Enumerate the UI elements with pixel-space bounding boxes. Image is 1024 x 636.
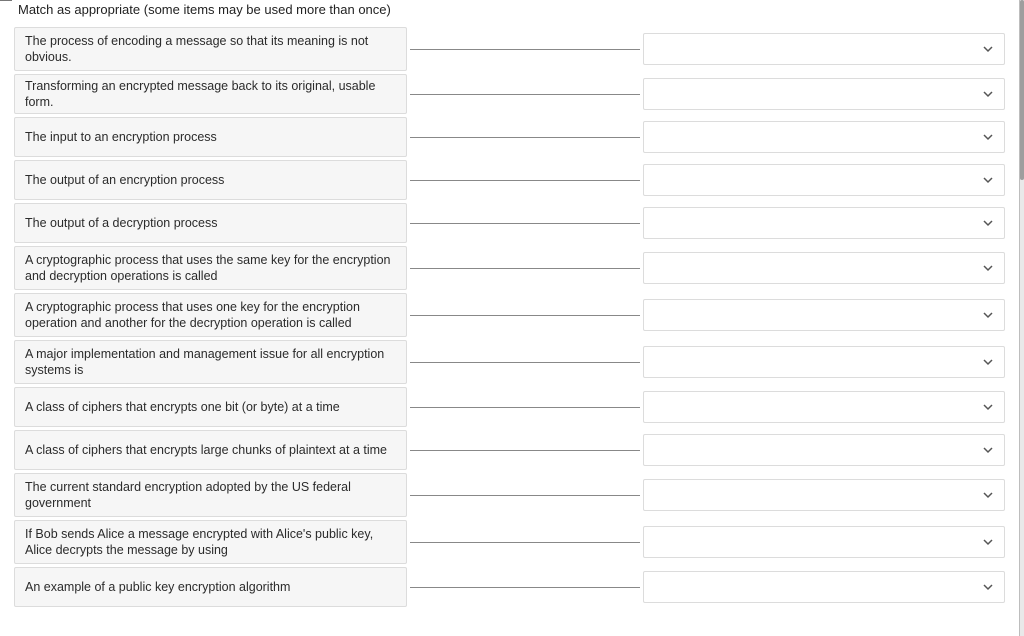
chevron-down-icon xyxy=(982,43,994,55)
match-row: If Bob sends Alice a message encrypted w… xyxy=(14,520,1005,564)
match-row: The output of an encryption process xyxy=(14,160,1005,200)
match-answer-dropdown[interactable] xyxy=(643,391,1005,423)
panel-border-tick xyxy=(0,0,12,2)
match-prompt: A cryptographic process that uses the sa… xyxy=(14,246,407,290)
match-connector xyxy=(410,407,640,408)
match-row: A cryptographic process that uses one ke… xyxy=(14,293,1005,337)
chevron-down-icon xyxy=(982,356,994,368)
chevron-down-icon xyxy=(982,131,994,143)
match-answer-dropdown[interactable] xyxy=(643,571,1005,603)
match-connector xyxy=(410,137,640,138)
match-prompt: The output of a decryption process xyxy=(14,203,407,243)
match-answer-dropdown[interactable] xyxy=(643,121,1005,153)
match-connector xyxy=(410,495,640,496)
chevron-down-icon xyxy=(982,581,994,593)
match-answer-dropdown[interactable] xyxy=(643,479,1005,511)
match-row: The input to an encryption process xyxy=(14,117,1005,157)
chevron-down-icon xyxy=(982,309,994,321)
match-connector xyxy=(410,450,640,451)
chevron-down-icon xyxy=(982,217,994,229)
match-answer-dropdown[interactable] xyxy=(643,33,1005,65)
match-connector xyxy=(410,542,640,543)
match-connector xyxy=(410,362,640,363)
scrollbar-thumb[interactable] xyxy=(1020,0,1024,180)
match-prompt: The input to an encryption process xyxy=(14,117,407,157)
match-row: The process of encoding a message so tha… xyxy=(14,27,1005,71)
match-prompt: A major implementation and management is… xyxy=(14,340,407,384)
match-connector xyxy=(410,268,640,269)
match-prompt: If Bob sends Alice a message encrypted w… xyxy=(14,520,407,564)
match-prompt: The current standard encryption adopted … xyxy=(14,473,407,517)
match-prompt: The output of an encryption process xyxy=(14,160,407,200)
question-instruction: Match as appropriate (some items may be … xyxy=(14,0,1005,27)
match-prompt: A class of ciphers that encrypts large c… xyxy=(14,430,407,470)
match-row: The current standard encryption adopted … xyxy=(14,473,1005,517)
match-prompt: Transforming an encrypted message back t… xyxy=(14,74,407,114)
match-answer-dropdown[interactable] xyxy=(643,252,1005,284)
chevron-down-icon xyxy=(982,174,994,186)
match-rows: The process of encoding a message so tha… xyxy=(14,27,1005,607)
match-connector xyxy=(410,315,640,316)
match-row: Transforming an encrypted message back t… xyxy=(14,74,1005,114)
match-connector xyxy=(410,587,640,588)
match-row: A major implementation and management is… xyxy=(14,340,1005,384)
match-prompt: A cryptographic process that uses one ke… xyxy=(14,293,407,337)
match-answer-dropdown[interactable] xyxy=(643,78,1005,110)
match-prompt: An example of a public key encryption al… xyxy=(14,567,407,607)
chevron-down-icon xyxy=(982,262,994,274)
question-panel: Match as appropriate (some items may be … xyxy=(0,0,1020,636)
match-answer-dropdown[interactable] xyxy=(643,164,1005,196)
match-answer-dropdown[interactable] xyxy=(643,346,1005,378)
match-row: An example of a public key encryption al… xyxy=(14,567,1005,607)
match-connector xyxy=(410,223,640,224)
chevron-down-icon xyxy=(982,444,994,456)
match-answer-dropdown[interactable] xyxy=(643,207,1005,239)
match-connector xyxy=(410,49,640,50)
match-row: The output of a decryption process xyxy=(14,203,1005,243)
match-answer-dropdown[interactable] xyxy=(643,299,1005,331)
match-connector xyxy=(410,180,640,181)
chevron-down-icon xyxy=(982,401,994,413)
match-answer-dropdown[interactable] xyxy=(643,526,1005,558)
chevron-down-icon xyxy=(982,489,994,501)
match-connector xyxy=(410,94,640,95)
match-row: A class of ciphers that encrypts one bit… xyxy=(14,387,1005,427)
vertical-scrollbar[interactable] xyxy=(1020,0,1024,636)
match-row: A class of ciphers that encrypts large c… xyxy=(14,430,1005,470)
match-prompt: The process of encoding a message so tha… xyxy=(14,27,407,71)
chevron-down-icon xyxy=(982,88,994,100)
match-row: A cryptographic process that uses the sa… xyxy=(14,246,1005,290)
match-prompt: A class of ciphers that encrypts one bit… xyxy=(14,387,407,427)
chevron-down-icon xyxy=(982,536,994,548)
match-answer-dropdown[interactable] xyxy=(643,434,1005,466)
